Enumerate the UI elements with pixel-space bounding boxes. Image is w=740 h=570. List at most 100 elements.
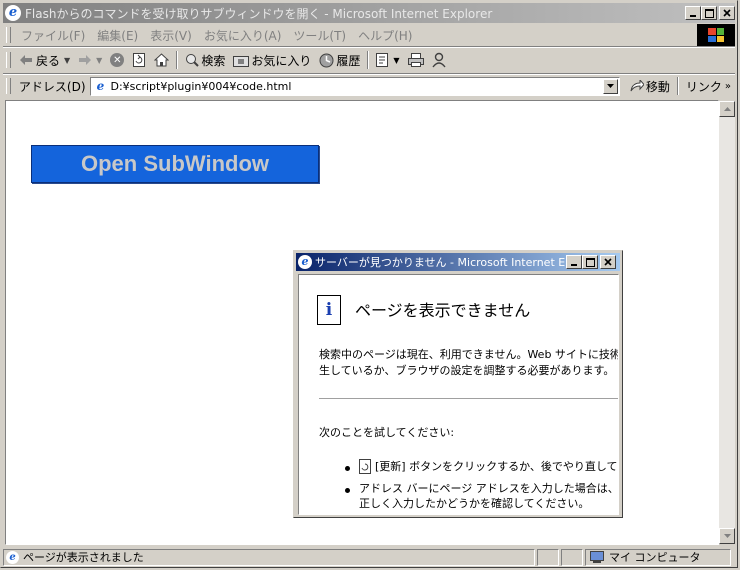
back-arrow-icon	[20, 55, 32, 65]
status-text-cell: e ページが表示されました	[3, 548, 535, 566]
forward-dropdown-icon[interactable]: ▼	[96, 56, 102, 65]
history-icon	[319, 53, 334, 67]
menu-view[interactable]: 表示(V)	[144, 27, 198, 44]
links-label: リンク	[685, 79, 722, 94]
address-dropdown-button[interactable]	[602, 78, 618, 94]
address-label: アドレス(D)	[18, 79, 86, 94]
links-chevron-icon: »	[724, 80, 731, 92]
forward-button[interactable]: ▼	[74, 49, 106, 71]
address-grip[interactable]	[6, 78, 11, 94]
error-heading: ページを表示できません	[355, 301, 531, 320]
search-label: 検索	[201, 53, 226, 68]
status-progress-cell	[537, 548, 559, 566]
home-button[interactable]	[150, 49, 173, 71]
dialog-ie-icon: e	[298, 255, 312, 269]
stop-button[interactable]: ✕	[106, 49, 128, 71]
bullet-icon	[345, 488, 350, 493]
status-bar: e ページが表示されました マイ コンピュータ	[3, 547, 735, 567]
dialog-body: i ページを表示できません 検索中のページは現在、利用できません。Web サイト…	[298, 274, 619, 515]
toolbar-grip[interactable]	[6, 52, 11, 68]
suggestion-address-line1: アドレス バーにページ アドレスを入力した場合は、ペ	[359, 482, 619, 495]
print-button[interactable]	[404, 49, 428, 71]
close-icon	[723, 9, 731, 17]
favorites-button[interactable]: お気に入り	[229, 49, 315, 71]
maximize-button[interactable]	[701, 6, 717, 20]
minimize-icon	[571, 264, 577, 266]
windows-logo	[697, 24, 735, 46]
history-label: 履歴	[336, 53, 361, 68]
stop-icon: ✕	[110, 53, 125, 67]
windows-flag-icon	[708, 28, 724, 42]
back-label: 戻る	[36, 53, 61, 68]
close-icon	[604, 258, 612, 266]
vertical-scrollbar[interactable]	[719, 101, 735, 544]
toolbar-separator	[176, 51, 179, 69]
window-title: Flashからのコマンドを受け取りサブウィンドウを開く - Microsoft …	[25, 6, 493, 21]
ie-logo-icon: e	[5, 5, 21, 21]
open-subwindow-button[interactable]: Open SubWindow	[31, 145, 319, 183]
menu-bar: ファイル(F) 編集(E) 表示(V) お気に入り(A) ツール(T) ヘルプ(…	[3, 25, 693, 45]
error-message-line2: 生しているか、ブラウザの設定を調整する必要があります。	[319, 364, 615, 377]
refresh-small-icon	[359, 459, 371, 474]
messenger-button[interactable]	[428, 49, 450, 71]
title-bar[interactable]: e Flashからのコマンドを受け取りサブウィンドウを開く - Microsof…	[3, 3, 735, 23]
bullet-icon	[345, 466, 350, 471]
subwindow-dialog: e サーバーが見つかりません - Microsoft Internet Ex..…	[293, 250, 623, 518]
forward-arrow-icon	[79, 55, 92, 65]
address-input[interactable]: e D:¥script¥plugin¥004¥code.html	[89, 76, 620, 96]
chevron-down-icon	[606, 84, 614, 88]
favorites-folder-icon	[233, 55, 250, 67]
menu-help[interactable]: ヘルプ(H)	[352, 27, 418, 44]
scroll-up-button[interactable]	[719, 101, 735, 117]
mail-dropdown-icon[interactable]: ▼	[393, 56, 399, 65]
mail-icon	[376, 53, 389, 67]
address-bar: アドレス(D) e D:¥script¥plugin¥004¥code.html…	[3, 75, 735, 97]
status-page-icon: e	[6, 550, 19, 564]
menu-edit[interactable]: 編集(E)	[91, 27, 144, 44]
history-button[interactable]: 履歴	[315, 49, 364, 71]
minimize-button[interactable]	[685, 6, 701, 20]
refresh-button[interactable]	[128, 49, 150, 71]
printer-icon	[407, 53, 424, 67]
scroll-down-button[interactable]	[719, 528, 735, 544]
dialog-title: サーバーが見つかりません - Microsoft Internet Ex...	[315, 256, 565, 269]
go-label: 移動	[645, 79, 670, 94]
minimize-icon	[690, 15, 696, 17]
dialog-minimize-button[interactable]	[566, 255, 582, 269]
search-button[interactable]: 検索	[181, 49, 229, 71]
back-dropdown-icon[interactable]: ▼	[64, 56, 70, 65]
menu-grip[interactable]	[6, 27, 11, 43]
menu-tools[interactable]: ツール(T)	[287, 27, 352, 44]
links-button[interactable]: リンク »	[682, 75, 735, 97]
dialog-title-bar[interactable]: e サーバーが見つかりません - Microsoft Internet Ex..…	[296, 253, 620, 271]
favorites-label: お気に入り	[251, 53, 312, 68]
go-button[interactable]: 移動	[626, 75, 674, 97]
home-icon	[154, 53, 170, 67]
refresh-icon	[133, 53, 146, 67]
dialog-divider	[319, 398, 618, 399]
menu-favorites[interactable]: お気に入り(A)	[198, 27, 288, 44]
maximize-icon	[585, 257, 595, 267]
go-arrow-icon	[630, 80, 644, 92]
dialog-close-button[interactable]	[600, 255, 616, 269]
try-label: 次のことを試してください:	[319, 426, 455, 439]
menu-file[interactable]: ファイル(F)	[15, 27, 91, 44]
maximize-icon	[704, 8, 714, 18]
error-message-line1: 検索中のページは現在、利用できません。Web サイトに技術	[319, 348, 619, 361]
page-ie-icon: e	[96, 79, 105, 93]
close-button[interactable]	[719, 6, 735, 20]
status-security-cell	[561, 548, 583, 566]
info-icon: i	[317, 295, 341, 325]
links-separator	[676, 77, 679, 95]
scroll-down-icon	[723, 534, 731, 538]
scroll-up-icon	[723, 107, 731, 111]
back-button[interactable]: 戻る ▼	[15, 49, 74, 71]
status-zone-cell: マイ コンピュータ	[585, 548, 731, 566]
zone-label: マイ コンピュータ	[609, 551, 701, 564]
address-url[interactable]: D:¥script¥plugin¥004¥code.html	[111, 80, 292, 93]
search-icon	[186, 54, 200, 67]
dialog-maximize-button[interactable]	[582, 255, 598, 269]
toolbar-separator-2	[367, 51, 370, 69]
mail-button[interactable]: ▼	[372, 49, 403, 71]
computer-icon	[590, 550, 604, 563]
